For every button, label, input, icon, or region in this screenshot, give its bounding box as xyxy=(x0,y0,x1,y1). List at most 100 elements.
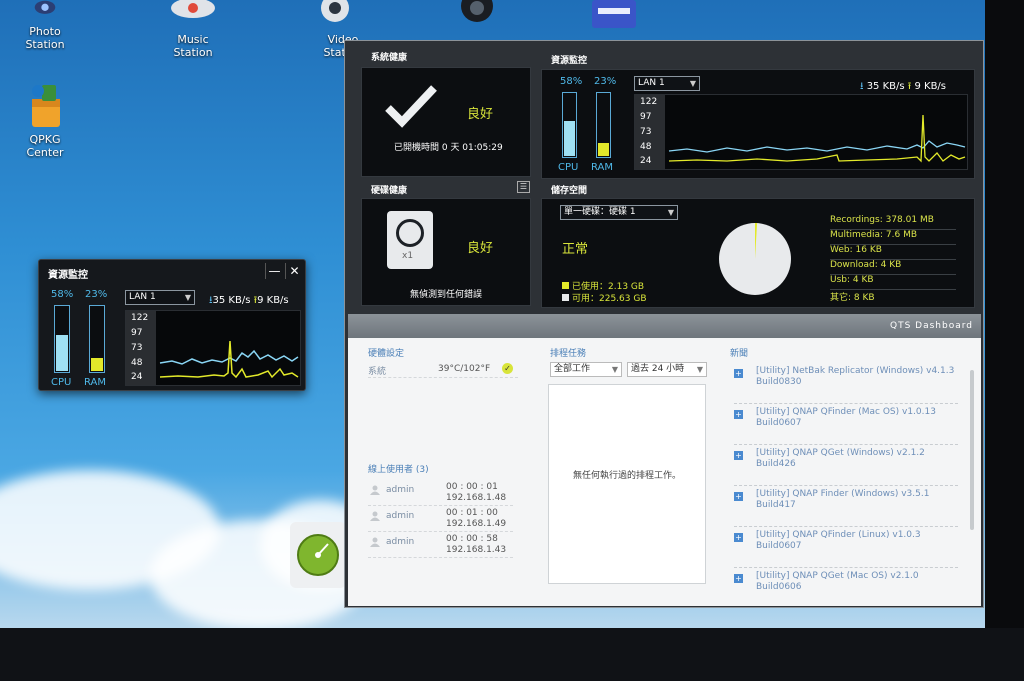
user-ip: 192.168.1.49 xyxy=(446,519,507,529)
plus-icon: + xyxy=(734,410,743,419)
user-info: 00 : 01 : 00 192.168.1.49 xyxy=(446,508,506,530)
lan-select-value: LAN 1 xyxy=(129,292,156,302)
user-name: admin xyxy=(386,537,415,547)
qpkg-center-label: QPKG xyxy=(29,133,61,146)
user-name: admin xyxy=(386,485,415,495)
tick-label: 122 xyxy=(131,313,149,323)
news-build: Build0830 xyxy=(756,377,802,387)
news-item[interactable]: + [Utility] QNAP Finder (Windows) v3.5.1… xyxy=(734,489,958,527)
health-status: 良好 xyxy=(467,107,494,122)
music-station-label-2: Station xyxy=(173,46,213,59)
legend-item: Download: 4 KB xyxy=(830,260,956,275)
user-name: admin xyxy=(386,511,415,521)
backup-station-icon[interactable] xyxy=(588,0,640,32)
cpu-label: CPU xyxy=(558,162,579,173)
cpu-label: CPU xyxy=(51,377,72,388)
lan-select[interactable]: LAN 1 ▼ xyxy=(634,76,700,91)
gauge-icon xyxy=(297,534,339,576)
task-range-select[interactable]: 過去 24 小時 ▼ xyxy=(627,362,707,377)
widget-title: 資源監控 xyxy=(48,270,88,281)
news-build: Build0606 xyxy=(756,582,802,592)
list-view-icon[interactable]: ☰ xyxy=(517,181,530,193)
news-scrollbar[interactable] xyxy=(970,370,974,530)
music-station-label: Music xyxy=(177,33,209,46)
news-item[interactable]: + [Utility] QNAP QFinder (Linux) v1.0.3 B… xyxy=(734,530,958,568)
news-item[interactable]: + [Utility] NetBak Replicator (Windows) … xyxy=(734,366,958,404)
qpkg-center-icon xyxy=(32,85,60,127)
legend-item: Recordings: 378.01 MB xyxy=(830,215,956,230)
ram-bar xyxy=(89,305,105,373)
storage-panel: 單一硬碟：硬碟 1 ▼ 正常 已使用：2.13 GB 可用：225.63 GB R… xyxy=(541,198,975,308)
ram-bar xyxy=(596,92,611,158)
qpkg-center-label-2: Center xyxy=(26,146,64,159)
qpkg-center-shortcut[interactable]: QPKG Center xyxy=(10,80,80,159)
task-list: 無任何執行過的排程工作。 xyxy=(548,384,706,584)
ram-label: RAM xyxy=(591,162,614,173)
news-line: [Utility] QNAP Finder (Windows) v3.5.1 xyxy=(756,489,930,499)
upload-arrow-icon: ⭱ xyxy=(907,81,912,92)
news-item[interactable]: + [Utility] QNAP QFinder (Mac OS) v1.0.1… xyxy=(734,407,958,445)
photo-station-icon xyxy=(34,0,56,14)
user-time: 00 : 00 : 58 xyxy=(446,534,498,544)
news-item[interactable]: + [Utility] QNAP QGet (Mac OS) v2.1.0 Bui… xyxy=(734,571,958,601)
user-ip: 192.168.1.48 xyxy=(446,493,507,503)
qts-dashboard: 系統健康 良好 已開機時間 0 天 01:05:29 硬碟健康 ☰ x1 良好 … xyxy=(344,40,984,608)
system-health-panel: 良好 已開機時間 0 天 01:05:29 xyxy=(361,67,531,177)
user-icon xyxy=(370,511,380,521)
task-filter-select[interactable]: 全部工作 ▼ xyxy=(550,362,622,377)
monitor-bezel-bottom xyxy=(0,628,1024,681)
hardware-row: 系統 39°C/102°F ✓ xyxy=(368,360,518,378)
tick-label: 48 xyxy=(640,142,652,152)
news-line: [Utility] QNAP QGet (Mac OS) v2.1.0 xyxy=(756,571,919,581)
music-station-shortcut[interactable]: Music Station xyxy=(158,0,228,59)
news-build: Build426 xyxy=(756,459,796,469)
tick-label: 122 xyxy=(640,97,658,107)
scheduled-tasks-title: 排程任務 xyxy=(550,349,587,359)
ram-label: RAM xyxy=(84,377,107,388)
network-graph: 122 97 73 48 24 xyxy=(634,94,968,170)
plus-icon: + xyxy=(734,451,743,460)
lan-select[interactable]: LAN 1 ▼ xyxy=(125,290,195,305)
download-speed: 35 KB/s xyxy=(866,81,905,92)
status-ok-icon: ✓ xyxy=(502,363,513,374)
free-space: 可用：225.63 GB xyxy=(562,291,647,304)
hardware-title: 硬體設定 xyxy=(368,349,405,359)
cpu-percent: 58% xyxy=(560,76,583,87)
resource-monitor-widget[interactable]: 資源監控 — ✕ 58% 23% CPU RAM LAN 1 ▼ ⭳35 KB/s… xyxy=(38,259,306,391)
user-row: admin 00 : 00 : 58 192.168.1.43 xyxy=(368,534,513,558)
video-station-icon xyxy=(321,0,349,22)
close-button[interactable]: ✕ xyxy=(285,263,303,279)
disk-note: 無偵測到任何錯誤 xyxy=(410,290,483,300)
upload-speed: 9 KB/s xyxy=(257,295,289,306)
surveillance-icon[interactable] xyxy=(455,0,499,26)
ram-percent: 23% xyxy=(594,76,617,87)
user-icon xyxy=(370,537,380,547)
download-speed: 35 KB/s xyxy=(212,295,251,306)
ram-bar-fill xyxy=(598,143,609,156)
cpu-bar-fill xyxy=(56,334,68,371)
dashboard-launcher[interactable] xyxy=(290,522,346,588)
tick-label: 24 xyxy=(131,372,143,382)
disk-status: 良好 xyxy=(467,241,494,256)
user-info: 00 : 00 : 58 192.168.1.43 xyxy=(446,534,506,556)
news-line: [Utility] QNAP QFinder (Linux) v1.0.3 xyxy=(756,530,921,540)
plus-icon: + xyxy=(734,369,743,378)
news-title: 新聞 xyxy=(730,349,749,359)
checkmark-icon xyxy=(385,85,437,128)
graph-ticks: 122 97 73 48 24 xyxy=(126,311,156,385)
volume-select[interactable]: 單一硬碟：硬碟 1 ▼ xyxy=(560,205,678,220)
lan-select-value: LAN 1 xyxy=(638,78,665,88)
user-info: 00 : 00 : 01 192.168.1.48 xyxy=(446,482,506,504)
dashboard-bar-label: QTS Dashboard xyxy=(890,321,973,331)
system-health-title: 系統健康 xyxy=(371,53,408,63)
task-filter-value: 全部工作 xyxy=(554,364,591,374)
task-empty-message: 無任何執行過的排程工作。 xyxy=(572,471,681,481)
minimize-button[interactable]: — xyxy=(265,263,283,279)
photo-station-shortcut[interactable]: Photo Station xyxy=(10,0,80,51)
disk-health-title: 硬碟健康 xyxy=(371,186,408,196)
free-space-text: 可用：225.63 GB xyxy=(572,294,647,304)
free-swatch xyxy=(562,294,569,301)
plus-icon: + xyxy=(734,574,743,583)
news-item[interactable]: + [Utility] QNAP QGet (Windows) v2.1.2 Bu… xyxy=(734,448,958,486)
user-ip: 192.168.1.43 xyxy=(446,545,507,555)
